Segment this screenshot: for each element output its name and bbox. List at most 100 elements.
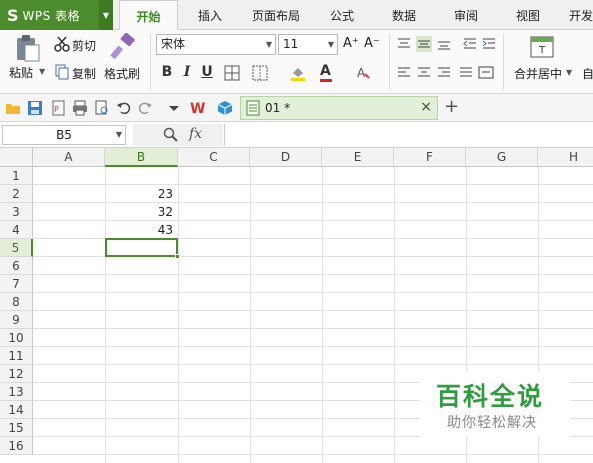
align-top-icon[interactable] xyxy=(396,36,412,52)
row-header[interactable]: 7 xyxy=(0,275,33,293)
print-icon[interactable] xyxy=(72,100,88,116)
bold-button[interactable]: B xyxy=(160,64,174,80)
cut-button[interactable]: 剪切 xyxy=(72,37,96,54)
close-icon[interactable]: × xyxy=(420,99,432,115)
merge-center-button[interactable]: 合并居中 xyxy=(514,65,562,82)
svg-text:P: P xyxy=(54,105,59,114)
column-header-b[interactable]: B xyxy=(105,148,178,167)
merge-center-icon[interactable]: T xyxy=(530,35,554,59)
row-header[interactable]: 16 xyxy=(0,437,33,455)
row-header[interactable]: 8 xyxy=(0,293,33,311)
shrink-font-button[interactable]: A⁻ xyxy=(364,36,380,51)
column-header-a[interactable]: A xyxy=(33,148,105,167)
cell-b4[interactable]: 43 xyxy=(106,221,176,239)
increase-indent-icon[interactable] xyxy=(481,36,497,52)
copy-icon[interactable] xyxy=(54,64,70,80)
merge-dropdown-icon[interactable]: ▼ xyxy=(566,68,572,77)
tab-view[interactable]: 视图 xyxy=(508,0,548,30)
column-header-g[interactable]: G xyxy=(466,148,538,167)
row-header[interactable]: 6 xyxy=(0,257,33,275)
clear-format-icon[interactable]: A xyxy=(356,65,372,81)
select-all-corner[interactable] xyxy=(0,148,33,167)
column-header-d[interactable]: D xyxy=(250,148,322,167)
align-bottom-icon[interactable] xyxy=(436,36,452,52)
align-left-icon[interactable] xyxy=(396,65,412,81)
column-header-c[interactable]: C xyxy=(178,148,250,167)
chevron-down-icon[interactable]: ▼ xyxy=(99,0,113,30)
export-pdf-icon[interactable]: P xyxy=(50,100,66,116)
undo-icon[interactable] xyxy=(116,100,132,116)
cell-b3[interactable]: 32 xyxy=(106,203,176,221)
row-header[interactable]: 12 xyxy=(0,365,33,383)
row-header[interactable]: 13 xyxy=(0,383,33,401)
tab-review[interactable]: 审阅 xyxy=(446,0,486,30)
underline-button[interactable]: U xyxy=(200,64,214,80)
cell-b2[interactable]: 23 xyxy=(106,185,176,203)
row-header[interactable]: 4 xyxy=(0,221,33,239)
fill-color-icon[interactable] xyxy=(290,65,306,81)
column-header-e[interactable]: E xyxy=(322,148,394,167)
insert-function-button[interactable]: fx xyxy=(189,126,202,142)
selected-cell-b5[interactable] xyxy=(105,238,180,259)
justify-icon[interactable] xyxy=(458,65,474,81)
save-icon[interactable] xyxy=(27,100,43,116)
customize-dropdown-icon[interactable] xyxy=(166,100,182,116)
italic-button[interactable]: I xyxy=(180,64,194,80)
tab-developer[interactable]: 开发 xyxy=(566,0,593,30)
name-box[interactable]: B5 ▼ xyxy=(2,125,126,145)
tab-formulas[interactable]: 公式 xyxy=(322,0,362,30)
row-header[interactable]: 15 xyxy=(0,419,33,437)
decrease-indent-icon[interactable] xyxy=(462,36,478,52)
row-header[interactable]: 5 xyxy=(0,239,33,257)
row-header[interactable]: 2 xyxy=(0,185,33,203)
font-size-select[interactable]: 11 ▼ xyxy=(278,34,338,55)
autowrap-button[interactable]: 自 xyxy=(582,65,593,82)
row-header[interactable]: 3 xyxy=(0,203,33,221)
document-tab[interactable]: 01 * × xyxy=(240,96,438,120)
tab-data[interactable]: 数据 xyxy=(384,0,424,30)
zoom-icon[interactable] xyxy=(163,127,179,143)
fill-pattern-icon[interactable] xyxy=(252,65,268,81)
ribbon-divider xyxy=(503,34,504,90)
print-preview-icon[interactable] xyxy=(94,100,110,116)
column-header-h[interactable]: H xyxy=(538,148,593,167)
grow-font-button[interactable]: A⁺ xyxy=(343,36,359,51)
copy-button[interactable]: 复制 xyxy=(72,65,96,82)
scissors-icon[interactable] xyxy=(54,36,70,52)
document-tab-title: 01 * xyxy=(265,101,291,115)
name-box-value: B5 xyxy=(56,128,72,142)
paste-button[interactable]: 粘贴 xyxy=(9,64,33,81)
row-header[interactable]: 9 xyxy=(0,311,33,329)
paste-icon[interactable] xyxy=(12,33,42,63)
distribute-icon[interactable] xyxy=(478,65,494,81)
paste-dropdown-icon[interactable]: ▼ xyxy=(39,67,45,76)
align-middle-icon[interactable] xyxy=(416,36,432,52)
row-header[interactable]: 14 xyxy=(0,401,33,419)
row-header[interactable]: 11 xyxy=(0,347,33,365)
wps-home-icon[interactable]: W xyxy=(190,100,206,117)
align-center-icon[interactable] xyxy=(416,65,432,81)
new-tab-button[interactable]: + xyxy=(444,96,459,117)
fill-handle[interactable] xyxy=(175,254,180,259)
font-color-icon[interactable]: A xyxy=(320,63,332,82)
column-header-f[interactable]: F xyxy=(394,148,466,167)
format-painter-icon[interactable] xyxy=(108,32,138,63)
ribbon-divider xyxy=(389,34,390,90)
grid-line xyxy=(33,328,593,329)
docer-cube-icon[interactable] xyxy=(217,100,233,116)
row-header[interactable]: 10 xyxy=(0,329,33,347)
app-menu-button[interactable]: S WPS 表格 ▼ xyxy=(0,0,113,30)
format-painter-button[interactable]: 格式刷 xyxy=(104,65,140,82)
chevron-down-icon: ▼ xyxy=(265,40,272,49)
border-icon[interactable] xyxy=(224,65,240,81)
row-header[interactable]: 1 xyxy=(0,167,33,185)
tab-home[interactable]: 开始 xyxy=(119,0,178,30)
formula-input[interactable] xyxy=(224,124,593,146)
redo-icon[interactable] xyxy=(137,100,153,116)
tab-page-layout[interactable]: 页面布局 xyxy=(247,0,305,30)
font-name-select[interactable]: 宋体 ▼ xyxy=(156,34,276,55)
tab-insert[interactable]: 插入 xyxy=(188,0,232,30)
align-right-icon[interactable] xyxy=(436,65,452,81)
formula-tools: fx xyxy=(133,124,223,146)
open-folder-icon[interactable] xyxy=(5,100,21,116)
